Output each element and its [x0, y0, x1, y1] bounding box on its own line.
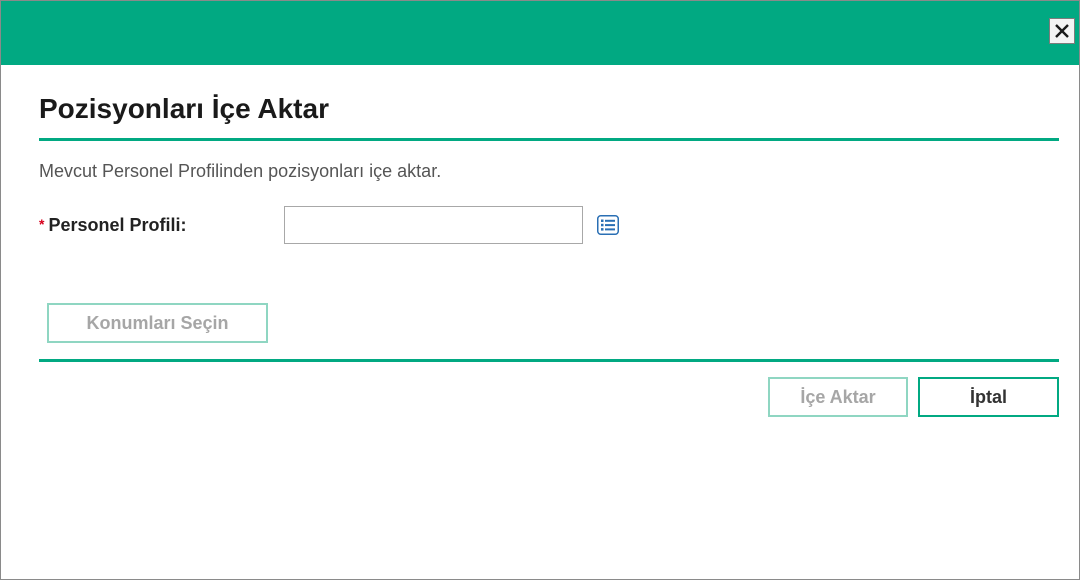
dialog-description: Mevcut Personel Profilinden pozisyonları… [39, 161, 442, 181]
dialog-titlebar [1, 1, 1079, 65]
cancel-button[interactable]: İptal [918, 377, 1059, 417]
import-positions-dialog: Pozisyonları İçe Aktar Mevcut Personel P… [0, 0, 1080, 580]
select-locations-button[interactable]: Konumları Seçin [47, 303, 268, 343]
staff-profile-input[interactable] [284, 206, 583, 244]
footer-divider [39, 359, 1059, 362]
title-divider [39, 138, 1059, 141]
profile-field-label: * Personel Profili: [39, 212, 187, 237]
close-icon [1055, 24, 1069, 38]
import-button[interactable]: İçe Aktar [768, 377, 908, 417]
dialog-title: Pozisyonları İçe Aktar [39, 93, 329, 124]
profile-label-text: Personel Profili: [48, 215, 187, 235]
required-marker: * [39, 216, 45, 232]
close-button[interactable] [1049, 18, 1075, 44]
list-lookup-icon[interactable] [597, 215, 619, 235]
